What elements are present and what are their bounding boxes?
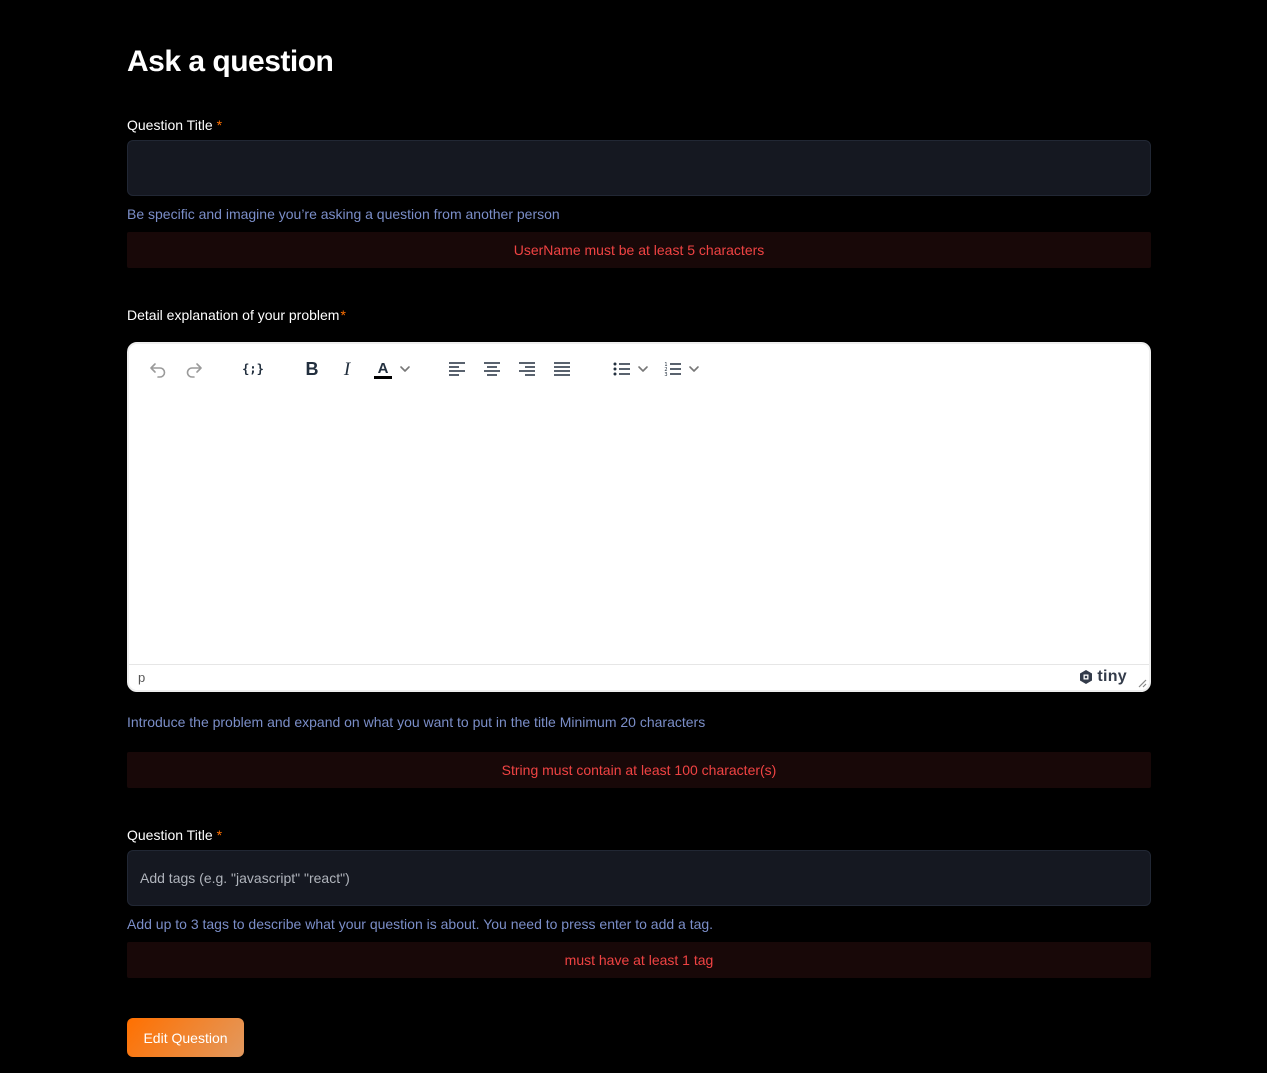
align-left-button[interactable] — [444, 355, 470, 383]
required-mark: * — [340, 307, 346, 323]
text-color-button[interactable]: A — [369, 355, 415, 383]
tags-label-text: Question Title — [127, 827, 213, 843]
editor-statusbar: p tiny — [129, 664, 1149, 690]
question-title-label-text: Question Title — [127, 117, 213, 133]
question-title-hint: Be specific and imagine you’re asking a … — [127, 206, 560, 222]
align-right-button[interactable] — [514, 355, 540, 383]
ask-question-page: Ask a question Question Title * Be specif… — [0, 0, 1267, 1073]
question-title-error: UserName must be at least 5 characters — [127, 232, 1151, 268]
align-right-icon — [519, 362, 535, 376]
tiny-logo-icon — [1080, 670, 1093, 684]
chevron-down-icon — [400, 366, 410, 372]
resize-handle-icon[interactable] — [1137, 678, 1147, 688]
svg-text:3: 3 — [664, 372, 667, 378]
chevron-down-icon — [638, 366, 648, 372]
explanation-hint: Introduce the problem and expand on what… — [127, 714, 706, 730]
italic-icon: I — [343, 359, 352, 379]
redo-icon — [186, 363, 202, 378]
required-mark: * — [216, 827, 223, 843]
numbered-list-button[interactable]: 123 — [659, 355, 705, 383]
explanation-error: String must contain at least 100 charact… — [127, 752, 1151, 788]
page-title: Ask a question — [127, 45, 334, 78]
align-justify-icon — [554, 362, 570, 376]
code-sample-button[interactable]: {;} — [239, 355, 267, 383]
required-mark: * — [216, 117, 223, 133]
bullet-list-button[interactable] — [608, 355, 654, 383]
undo-button[interactable] — [145, 355, 171, 383]
align-center-button[interactable] — [479, 355, 505, 383]
rich-text-editor: {;} B I A 1 2 3 p tiny — [127, 342, 1151, 692]
italic-button[interactable]: I — [334, 355, 360, 383]
svg-text:{;}: {;} — [242, 362, 264, 376]
tags-hint: Add up to 3 tags to describe what your q… — [127, 916, 714, 932]
bullet-list-icon — [613, 362, 630, 376]
svg-text:A: A — [378, 360, 389, 377]
tags-label: Question Title * — [127, 826, 222, 844]
bold-button[interactable]: B — [299, 355, 325, 383]
undo-icon — [150, 363, 166, 378]
element-path[interactable]: p — [138, 670, 145, 685]
tags-error: must have at least 1 tag — [127, 942, 1151, 978]
code-sample-icon: {;} — [242, 362, 264, 376]
question-title-label: Question Title * — [127, 116, 222, 134]
bold-icon: B — [306, 359, 319, 379]
align-left-icon — [449, 362, 465, 376]
tiny-branding[interactable]: tiny — [1078, 668, 1127, 686]
editor-toolbar: {;} B I A 1 2 3 — [129, 344, 1149, 392]
svg-text:B: B — [306, 359, 319, 379]
align-center-icon — [484, 362, 500, 376]
align-justify-button[interactable] — [549, 355, 575, 383]
chevron-down-icon — [689, 366, 699, 372]
edit-question-button[interactable]: Edit Question — [127, 1018, 244, 1057]
editor-content-area[interactable] — [129, 392, 1149, 666]
tags-input[interactable] — [127, 850, 1151, 906]
svg-text:I: I — [343, 359, 352, 379]
explanation-label-text: Detail explanation of your problem — [127, 307, 340, 323]
redo-button[interactable] — [181, 355, 207, 383]
text-color-icon: A — [374, 360, 392, 379]
numbered-list-icon: 123 — [664, 362, 681, 378]
question-title-input[interactable] — [127, 140, 1151, 196]
tiny-brand-text: tiny — [1097, 668, 1127, 685]
explanation-label: Detail explanation of your problem* — [127, 306, 346, 324]
